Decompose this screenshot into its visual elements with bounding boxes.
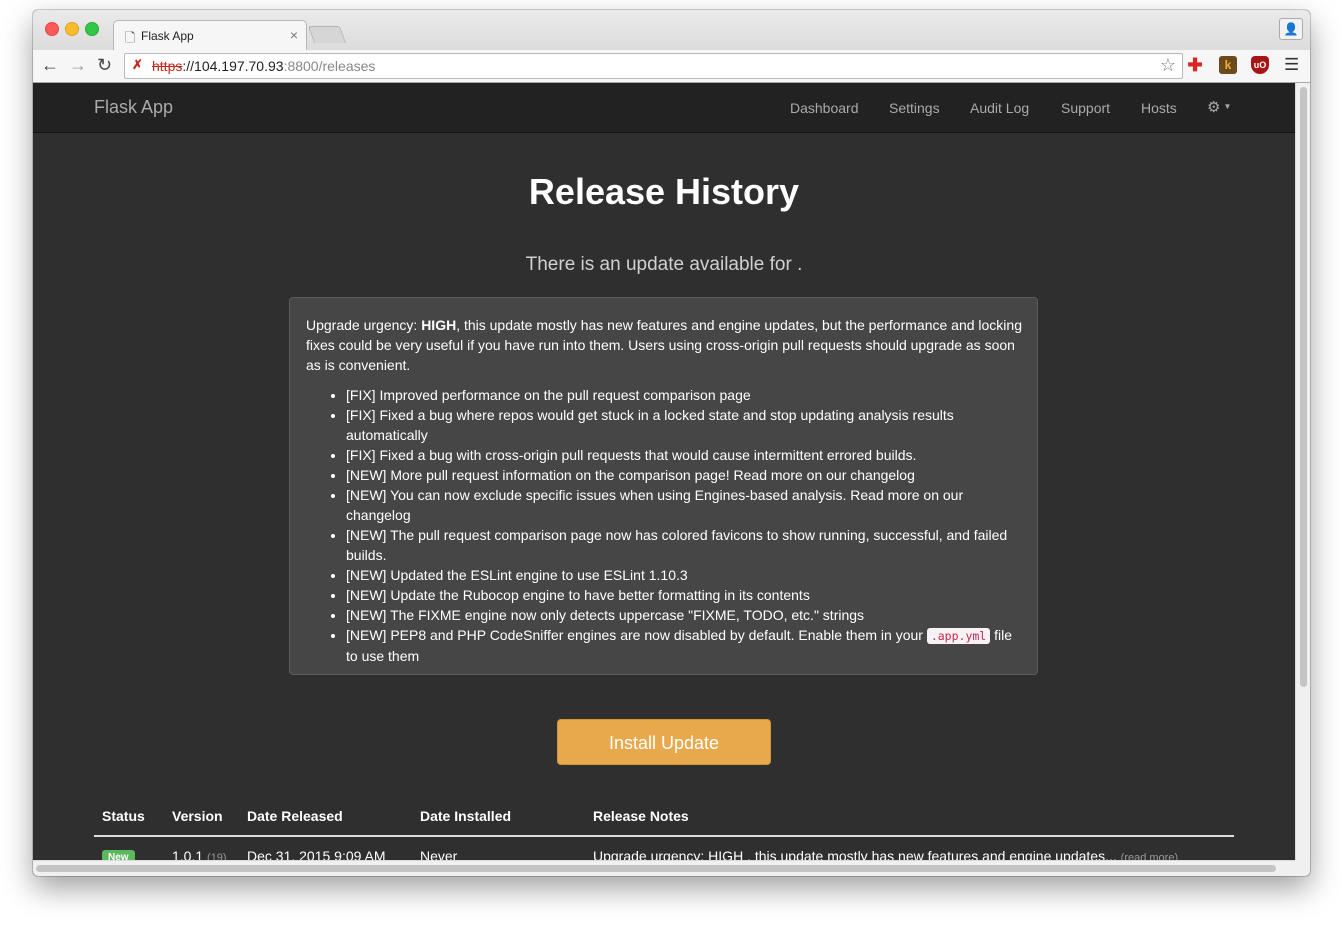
hamburger-icon[interactable]: ☰ xyxy=(1284,55,1299,75)
browser-tab[interactable]: 🗋 Flask App × xyxy=(113,20,307,51)
release-note-text: [NEW] PEP8 and PHP CodeSniffer engines a… xyxy=(346,627,927,643)
app-navbar: Flask App Dashboard Settings Audit Log S… xyxy=(33,83,1295,133)
red-cross-extension-icon[interactable]: ✚ xyxy=(1186,56,1204,74)
nav-link-dashboard[interactable]: Dashboard xyxy=(790,100,859,116)
document-icon: 🗋 xyxy=(125,30,136,45)
read-more-link[interactable]: (read more) xyxy=(1121,852,1178,860)
browser-toolbar: ← → ↻ ✗ https://104.197.70.93:8800/relea… xyxy=(33,50,1310,83)
update-available-text: There is an update available for . xyxy=(525,254,803,275)
table-header-row: Status Version Date Released Date Instal… xyxy=(94,797,1234,837)
date-released-cell: Dec 31, 2015 9:09 AM xyxy=(239,836,412,860)
gear-icon: ⚙ xyxy=(1207,99,1221,116)
nav-link-audit-log[interactable]: Audit Log xyxy=(970,100,1029,116)
release-notes-panel: Upgrade urgency: HIGH, this update mostl… xyxy=(289,297,1038,675)
version-number: 1.0.1 xyxy=(172,848,204,860)
tab-strip: 🗋 Flask App × 👤 xyxy=(33,10,1310,51)
urgency-label: Upgrade urgency: xyxy=(306,317,422,333)
browser-window: 🗋 Flask App × 👤 ← → ↻ ✗ https://104.197.… xyxy=(33,10,1310,876)
release-note-item: [FIX] Fixed a bug with cross-origin pull… xyxy=(346,445,1022,465)
star-icon[interactable]: ☆ xyxy=(1160,55,1176,76)
column-header-date-installed: Date Installed xyxy=(412,797,585,837)
release-notes-cell: Upgrade urgency: HIGH , this update most… xyxy=(585,836,1234,860)
release-note-item: [NEW] More pull request information on t… xyxy=(346,465,1022,485)
table-row: New 1.0.1 (19) Dec 31, 2015 9:09 AM Neve… xyxy=(94,836,1234,860)
release-note-item: [NEW] PEP8 and PHP CodeSniffer engines a… xyxy=(346,625,1022,666)
nav-link-settings[interactable]: Settings xyxy=(889,100,940,116)
k-extension-icon[interactable]: k xyxy=(1219,56,1237,74)
page-viewport: Flask App Dashboard Settings Audit Log S… xyxy=(33,83,1295,860)
release-note-item: [NEW] You can now exclude specific issue… xyxy=(346,485,1022,525)
release-table: Status Version Date Released Date Instal… xyxy=(94,797,1234,860)
release-notes-summary: Upgrade urgency: HIGH , this update most… xyxy=(593,848,1117,860)
column-header-date-released: Date Released xyxy=(239,797,412,837)
config-filename: .app.yml xyxy=(926,628,991,644)
window-maximize-button[interactable] xyxy=(85,22,99,36)
url-text[interactable]: https://104.197.70.93:8800/releases xyxy=(152,58,375,74)
build-number: (19) xyxy=(207,852,227,860)
release-note-item: [FIX] Improved performance on the pull r… xyxy=(346,385,1022,405)
urgency-paragraph: Upgrade urgency: HIGH, this update mostl… xyxy=(306,315,1022,375)
version-cell: 1.0.1 (19) xyxy=(164,836,239,860)
release-note-item: [NEW] The pull request comparison page n… xyxy=(346,525,1022,565)
arrow-left-icon[interactable]: ← xyxy=(41,55,59,75)
release-notes-list: [FIX] Improved performance on the pull r… xyxy=(306,385,1022,666)
vertical-scrollbar[interactable] xyxy=(1295,83,1310,860)
column-header-version: Version xyxy=(164,797,239,837)
profile-icon[interactable]: 👤 xyxy=(1279,18,1303,40)
nav-link-support[interactable]: Support xyxy=(1061,100,1110,116)
status-badge: New xyxy=(102,850,135,860)
navbar-brand[interactable]: Flask App xyxy=(94,97,173,118)
horizontal-scrollbar-thumb[interactable] xyxy=(36,865,1276,872)
column-header-release-notes: Release Notes xyxy=(585,797,1234,837)
url-scheme: https xyxy=(152,58,183,74)
horizontal-scrollbar[interactable] xyxy=(33,860,1295,876)
url-path: :8800/releases xyxy=(283,58,376,74)
window-minimize-button[interactable] xyxy=(65,22,79,36)
arrow-right-icon[interactable]: → xyxy=(69,55,87,75)
release-note-item: [FIX] Fixed a bug where repos would get … xyxy=(346,405,1022,445)
broken-lock-icon[interactable]: ✗ xyxy=(132,57,143,73)
window-close-button[interactable] xyxy=(45,22,59,36)
page-title: Release History xyxy=(528,171,800,212)
vertical-scrollbar-thumb[interactable] xyxy=(1300,87,1307,687)
date-installed-cell: Never xyxy=(412,836,585,860)
release-note-item: [NEW] Updated the ESLint engine to use E… xyxy=(346,565,1022,585)
release-note-item: [NEW] Update the Rubocop engine to have … xyxy=(346,585,1022,605)
address-bar[interactable]: ✗ https://104.197.70.93:8800/releases ☆ xyxy=(124,53,1183,79)
reload-icon[interactable]: ↻ xyxy=(97,55,112,75)
new-tab-button[interactable] xyxy=(307,26,347,43)
column-header-status: Status xyxy=(94,797,164,837)
ublock-icon[interactable]: uO xyxy=(1251,56,1269,74)
tab-close-icon[interactable]: × xyxy=(290,27,298,43)
release-note-item: [NEW] The FIXME engine now only detects … xyxy=(346,605,1022,625)
scrollbar-corner xyxy=(1295,860,1310,876)
status-cell: New xyxy=(94,836,164,860)
tab-title: Flask App xyxy=(141,29,194,43)
settings-dropdown[interactable]: ⚙ ▼ xyxy=(1207,98,1231,116)
install-update-button[interactable]: Install Update xyxy=(557,719,771,765)
caret-down-icon: ▼ xyxy=(1223,102,1232,111)
urgency-level: HIGH xyxy=(421,317,457,333)
nav-link-hosts[interactable]: Hosts xyxy=(1141,100,1177,116)
url-host: ://104.197.70.93 xyxy=(182,58,284,74)
